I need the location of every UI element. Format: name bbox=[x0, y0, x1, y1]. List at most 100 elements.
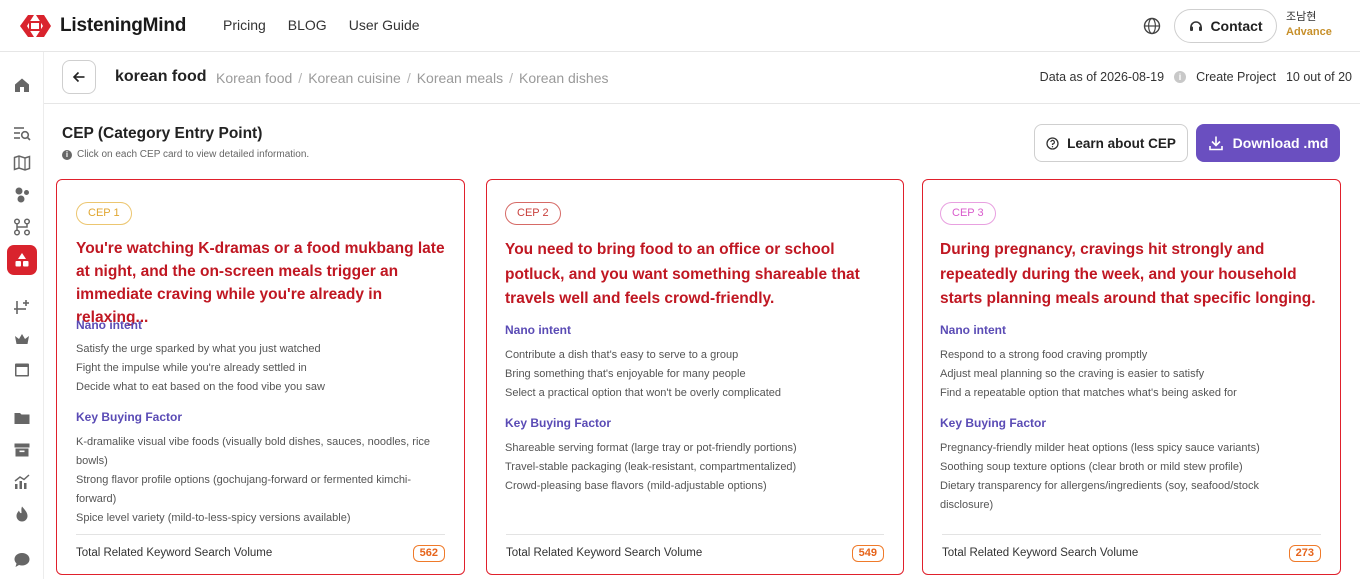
download-icon bbox=[1208, 136, 1223, 151]
download-label: Download .md bbox=[1232, 135, 1329, 151]
list-item: Shareable serving format (large tray or … bbox=[505, 442, 797, 454]
cep-card-title: You're watching K-dramas or a food mukba… bbox=[76, 240, 445, 326]
breadcrumb-item[interactable]: Korean meals bbox=[417, 70, 503, 86]
search-volume-badge: 549 bbox=[851, 545, 884, 562]
user-plan: Advance bbox=[1286, 26, 1332, 38]
cluster-icon[interactable] bbox=[11, 184, 33, 206]
breadcrumb-current: korean food bbox=[115, 68, 207, 85]
arrow-left-icon bbox=[72, 71, 85, 83]
archive-icon[interactable] bbox=[11, 439, 33, 461]
home-icon[interactable] bbox=[11, 74, 33, 96]
list-item: Dietary transparency for allergens/ingre… bbox=[940, 480, 1259, 511]
hint-text: Click on each CEP card to view detailed … bbox=[77, 149, 310, 160]
download-md-button[interactable]: Download .md bbox=[1196, 124, 1340, 162]
nano-intent-heading: Nano intent bbox=[940, 323, 1006, 337]
fire-icon[interactable] bbox=[11, 503, 33, 525]
map-icon[interactable] bbox=[11, 152, 33, 174]
nav-link-user-guide[interactable]: User Guide bbox=[349, 17, 420, 33]
sidebar bbox=[0, 52, 44, 579]
nano-intent-list: Respond to a strong food craving promptl… bbox=[940, 346, 1325, 403]
nav-links: Pricing BLOG User Guide bbox=[223, 17, 420, 33]
logo-text: ListeningMind bbox=[60, 15, 187, 36]
list-item: K-dramalike visual vibe foods (visually … bbox=[76, 436, 431, 467]
globe-icon[interactable] bbox=[1142, 16, 1162, 36]
search-volume-badge: 273 bbox=[1288, 545, 1321, 562]
keyword-search-icon[interactable] bbox=[11, 122, 33, 144]
nano-intent-heading: Nano intent bbox=[505, 323, 571, 337]
panel-icon[interactable] bbox=[11, 359, 33, 381]
list-item: Spice level variety (mild-to-less-spicy … bbox=[76, 512, 351, 524]
list-item: Bring something that's enjoyable for man… bbox=[505, 368, 746, 380]
nano-intent-heading: Nano intent bbox=[76, 318, 142, 332]
card-footer: Total Related Keyword Search Volume 562 bbox=[76, 534, 445, 564]
search-volume-badge: 562 bbox=[412, 545, 445, 562]
user-name: 조남현 bbox=[1286, 11, 1317, 23]
cep-card-2[interactable]: CEP 2 You need to bring food to an offic… bbox=[486, 179, 904, 575]
sparkle-plus-icon[interactable] bbox=[11, 296, 33, 318]
search-volume-label: Total Related Keyword Search Volume bbox=[506, 547, 703, 559]
list-item: Soothing soup texture options (clear bro… bbox=[940, 461, 1243, 473]
list-item: Decide what to eat based on the food vib… bbox=[76, 381, 325, 393]
cep-card-1[interactable]: CEP 1 You're watching K-dramas or a food… bbox=[56, 179, 465, 575]
card-footer: Total Related Keyword Search Volume 549 bbox=[506, 534, 884, 564]
cep-card-title: During pregnancy, cravings hit strongly … bbox=[940, 241, 1316, 307]
kbf-heading: Key Buying Factor bbox=[76, 410, 183, 424]
user-menu[interactable]: 조남현 Advance bbox=[1286, 10, 1332, 40]
breadcrumb-bar: korean food Korean food / Korean cuisine… bbox=[44, 52, 1360, 104]
headset-icon bbox=[1190, 21, 1203, 31]
kbf-heading: Key Buying Factor bbox=[940, 416, 1047, 430]
nav-link-blog[interactable]: BLOG bbox=[288, 17, 327, 33]
kbf-heading: Key Buying Factor bbox=[505, 416, 612, 430]
folder-icon[interactable] bbox=[11, 407, 33, 429]
list-item: Crowd-pleasing base flavors (mild-adjust… bbox=[505, 480, 767, 492]
path-finder-icon[interactable] bbox=[11, 216, 33, 238]
cep-badge: CEP 3 bbox=[940, 202, 996, 225]
breadcrumb: Korean food / Korean cuisine / Korean me… bbox=[216, 70, 609, 86]
contact-label: Contact bbox=[1210, 18, 1263, 34]
kbf-list: Pregnancy-friendly milder heat options (… bbox=[940, 439, 1315, 515]
learn-about-cep-button[interactable]: Learn about CEP bbox=[1034, 124, 1188, 162]
top-nav: ListeningMind Pricing BLOG User Guide Co… bbox=[0, 0, 1360, 52]
nano-intent-list: Contribute a dish that's easy to serve t… bbox=[505, 346, 885, 403]
list-item: Pregnancy-friendly milder heat options (… bbox=[940, 442, 1260, 454]
logo[interactable]: ListeningMind bbox=[18, 12, 186, 40]
list-item: Strong flavor profile options (gochujang… bbox=[76, 474, 412, 505]
info-icon: i bbox=[62, 149, 72, 160]
cep-badge: CEP 1 bbox=[76, 202, 132, 225]
breadcrumb-item[interactable]: Korean cuisine bbox=[308, 70, 401, 86]
card-footer: Total Related Keyword Search Volume 273 bbox=[942, 534, 1321, 564]
cep-icon[interactable] bbox=[7, 245, 37, 275]
list-item: Find a repeatable option that matches wh… bbox=[940, 387, 1237, 399]
list-item: Satisfy the urge sparked by what you jus… bbox=[76, 343, 321, 355]
kbf-list: K-dramalike visual vibe foods (visually … bbox=[76, 433, 451, 528]
chat-icon[interactable] bbox=[11, 549, 33, 571]
section-hint: i Click on each CEP card to view detaile… bbox=[62, 149, 309, 160]
nav-link-pricing[interactable]: Pricing bbox=[223, 17, 266, 33]
back-button[interactable] bbox=[62, 60, 96, 94]
breadcrumb-item[interactable]: Korean dishes bbox=[519, 70, 609, 86]
list-item: Adjust meal planning so the craving is e… bbox=[940, 368, 1205, 380]
list-item: Contribute a dish that's easy to serve t… bbox=[505, 349, 739, 361]
create-project-link[interactable]: Create Project bbox=[1196, 70, 1276, 84]
cep-card-title: You need to bring food to an office or s… bbox=[505, 241, 860, 307]
kbf-list: Shareable serving format (large tray or … bbox=[505, 439, 885, 496]
search-volume-label: Total Related Keyword Search Volume bbox=[76, 547, 273, 559]
trend-chart-icon[interactable] bbox=[11, 471, 33, 493]
question-circle-icon bbox=[1046, 136, 1059, 150]
section-title: CEP (Category Entry Point) bbox=[62, 125, 263, 142]
breadcrumb-item[interactable]: Korean food bbox=[216, 70, 292, 86]
list-item: Respond to a strong food craving promptl… bbox=[940, 349, 1148, 361]
breadcrumb-separator: / bbox=[509, 70, 513, 86]
list-item: Select a practical option that won't be … bbox=[505, 387, 782, 399]
breadcrumb-separator: / bbox=[406, 70, 411, 86]
learn-label: Learn about CEP bbox=[1067, 135, 1176, 151]
cep-card-3[interactable]: CEP 3 During pregnancy, cravings hit str… bbox=[922, 179, 1341, 575]
project-count: 10 out of 20 bbox=[1285, 70, 1352, 84]
cep-badge: CEP 2 bbox=[505, 202, 561, 225]
info-icon[interactable]: i bbox=[1174, 71, 1187, 83]
breadcrumb-meta: Data as of 2026-08-19 i Create Project 1… bbox=[1040, 70, 1352, 84]
contact-button[interactable]: Contact bbox=[1174, 9, 1277, 43]
list-item: Travel-stable packaging (leak-resistant,… bbox=[505, 461, 797, 473]
search-volume-label: Total Related Keyword Search Volume bbox=[942, 547, 1139, 559]
crown-icon[interactable] bbox=[11, 328, 33, 350]
